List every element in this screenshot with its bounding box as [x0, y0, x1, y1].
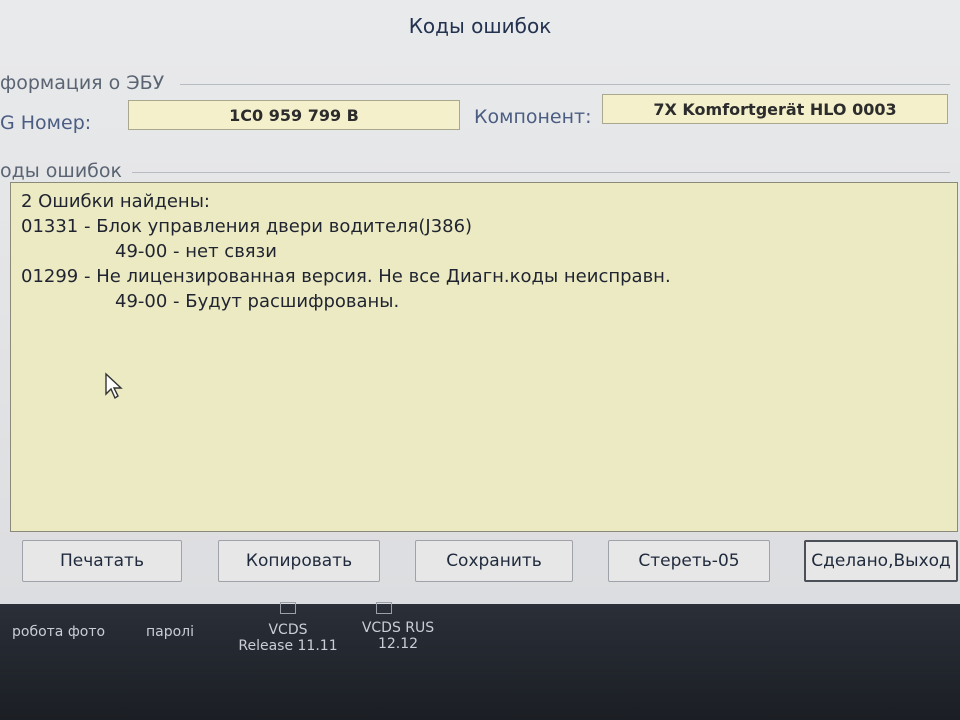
- vcds-rus-sublabel: 12.12: [377, 636, 419, 652]
- desktop-shortcut-vcds-rus[interactable]: VCDS RUS 12.12: [350, 620, 446, 652]
- component-field[interactable]: 7X Komfortgerät HLO 0003: [602, 94, 948, 124]
- mouse-pointer-icon: [105, 372, 123, 400]
- vcds-sublabel: Release 11.11: [238, 638, 338, 654]
- part-number-label: G Номер:: [0, 112, 92, 134]
- fault-codes-textbox[interactable]: 2 Ошибки найдены: 01331 - Блок управлени…: [10, 182, 958, 532]
- fault-codes-group-label: оды ошибок: [0, 160, 122, 182]
- fault-status-line: 49-00 - нет связи: [115, 241, 277, 262]
- fault-code-line: 01331 - Блок управления двери водителя(J…: [21, 216, 473, 237]
- fault-count-line: 2 Ошибки найдены:: [21, 191, 210, 212]
- component-label: Компонент:: [474, 106, 592, 128]
- print-button[interactable]: Печатать: [22, 540, 182, 582]
- vcds-rus-shortcut-icon: [376, 602, 392, 614]
- fault-codes-window: Коды ошибок формация о ЭБУ G Номер: 1C0 …: [0, 0, 960, 604]
- fault-codes-group-border: [132, 172, 950, 173]
- copy-button[interactable]: Копировать: [218, 540, 380, 582]
- desktop-shortcut-passwords[interactable]: паролі: [146, 624, 194, 640]
- desktop-shortcut-photo-work[interactable]: робота фото: [12, 624, 105, 640]
- window-title: Коды ошибок: [408, 14, 552, 38]
- vcds-rus-label: VCDS RUS: [361, 620, 435, 636]
- clear-codes-button[interactable]: Стереть-05: [608, 540, 770, 582]
- fault-status-line: 49-00 - Будут расшифрованы.: [115, 291, 400, 312]
- desktop-area: робота фото паролі VCDS Release 11.11 VC…: [0, 602, 960, 720]
- vcds-label: VCDS: [268, 622, 308, 638]
- fault-code-line: 01299 - Не лицензированная версия. Не вс…: [21, 266, 671, 287]
- done-exit-button[interactable]: Сделано,Выход: [804, 540, 958, 582]
- ecu-info-group-label: формация о ЭБУ: [0, 72, 165, 94]
- ecu-info-group-border: [180, 84, 950, 85]
- vcds-shortcut-icon: [280, 602, 296, 614]
- desktop-shortcut-vcds[interactable]: VCDS Release 11.11: [236, 622, 340, 654]
- save-button[interactable]: Сохранить: [415, 540, 573, 582]
- part-number-field[interactable]: 1C0 959 799 B: [128, 100, 460, 130]
